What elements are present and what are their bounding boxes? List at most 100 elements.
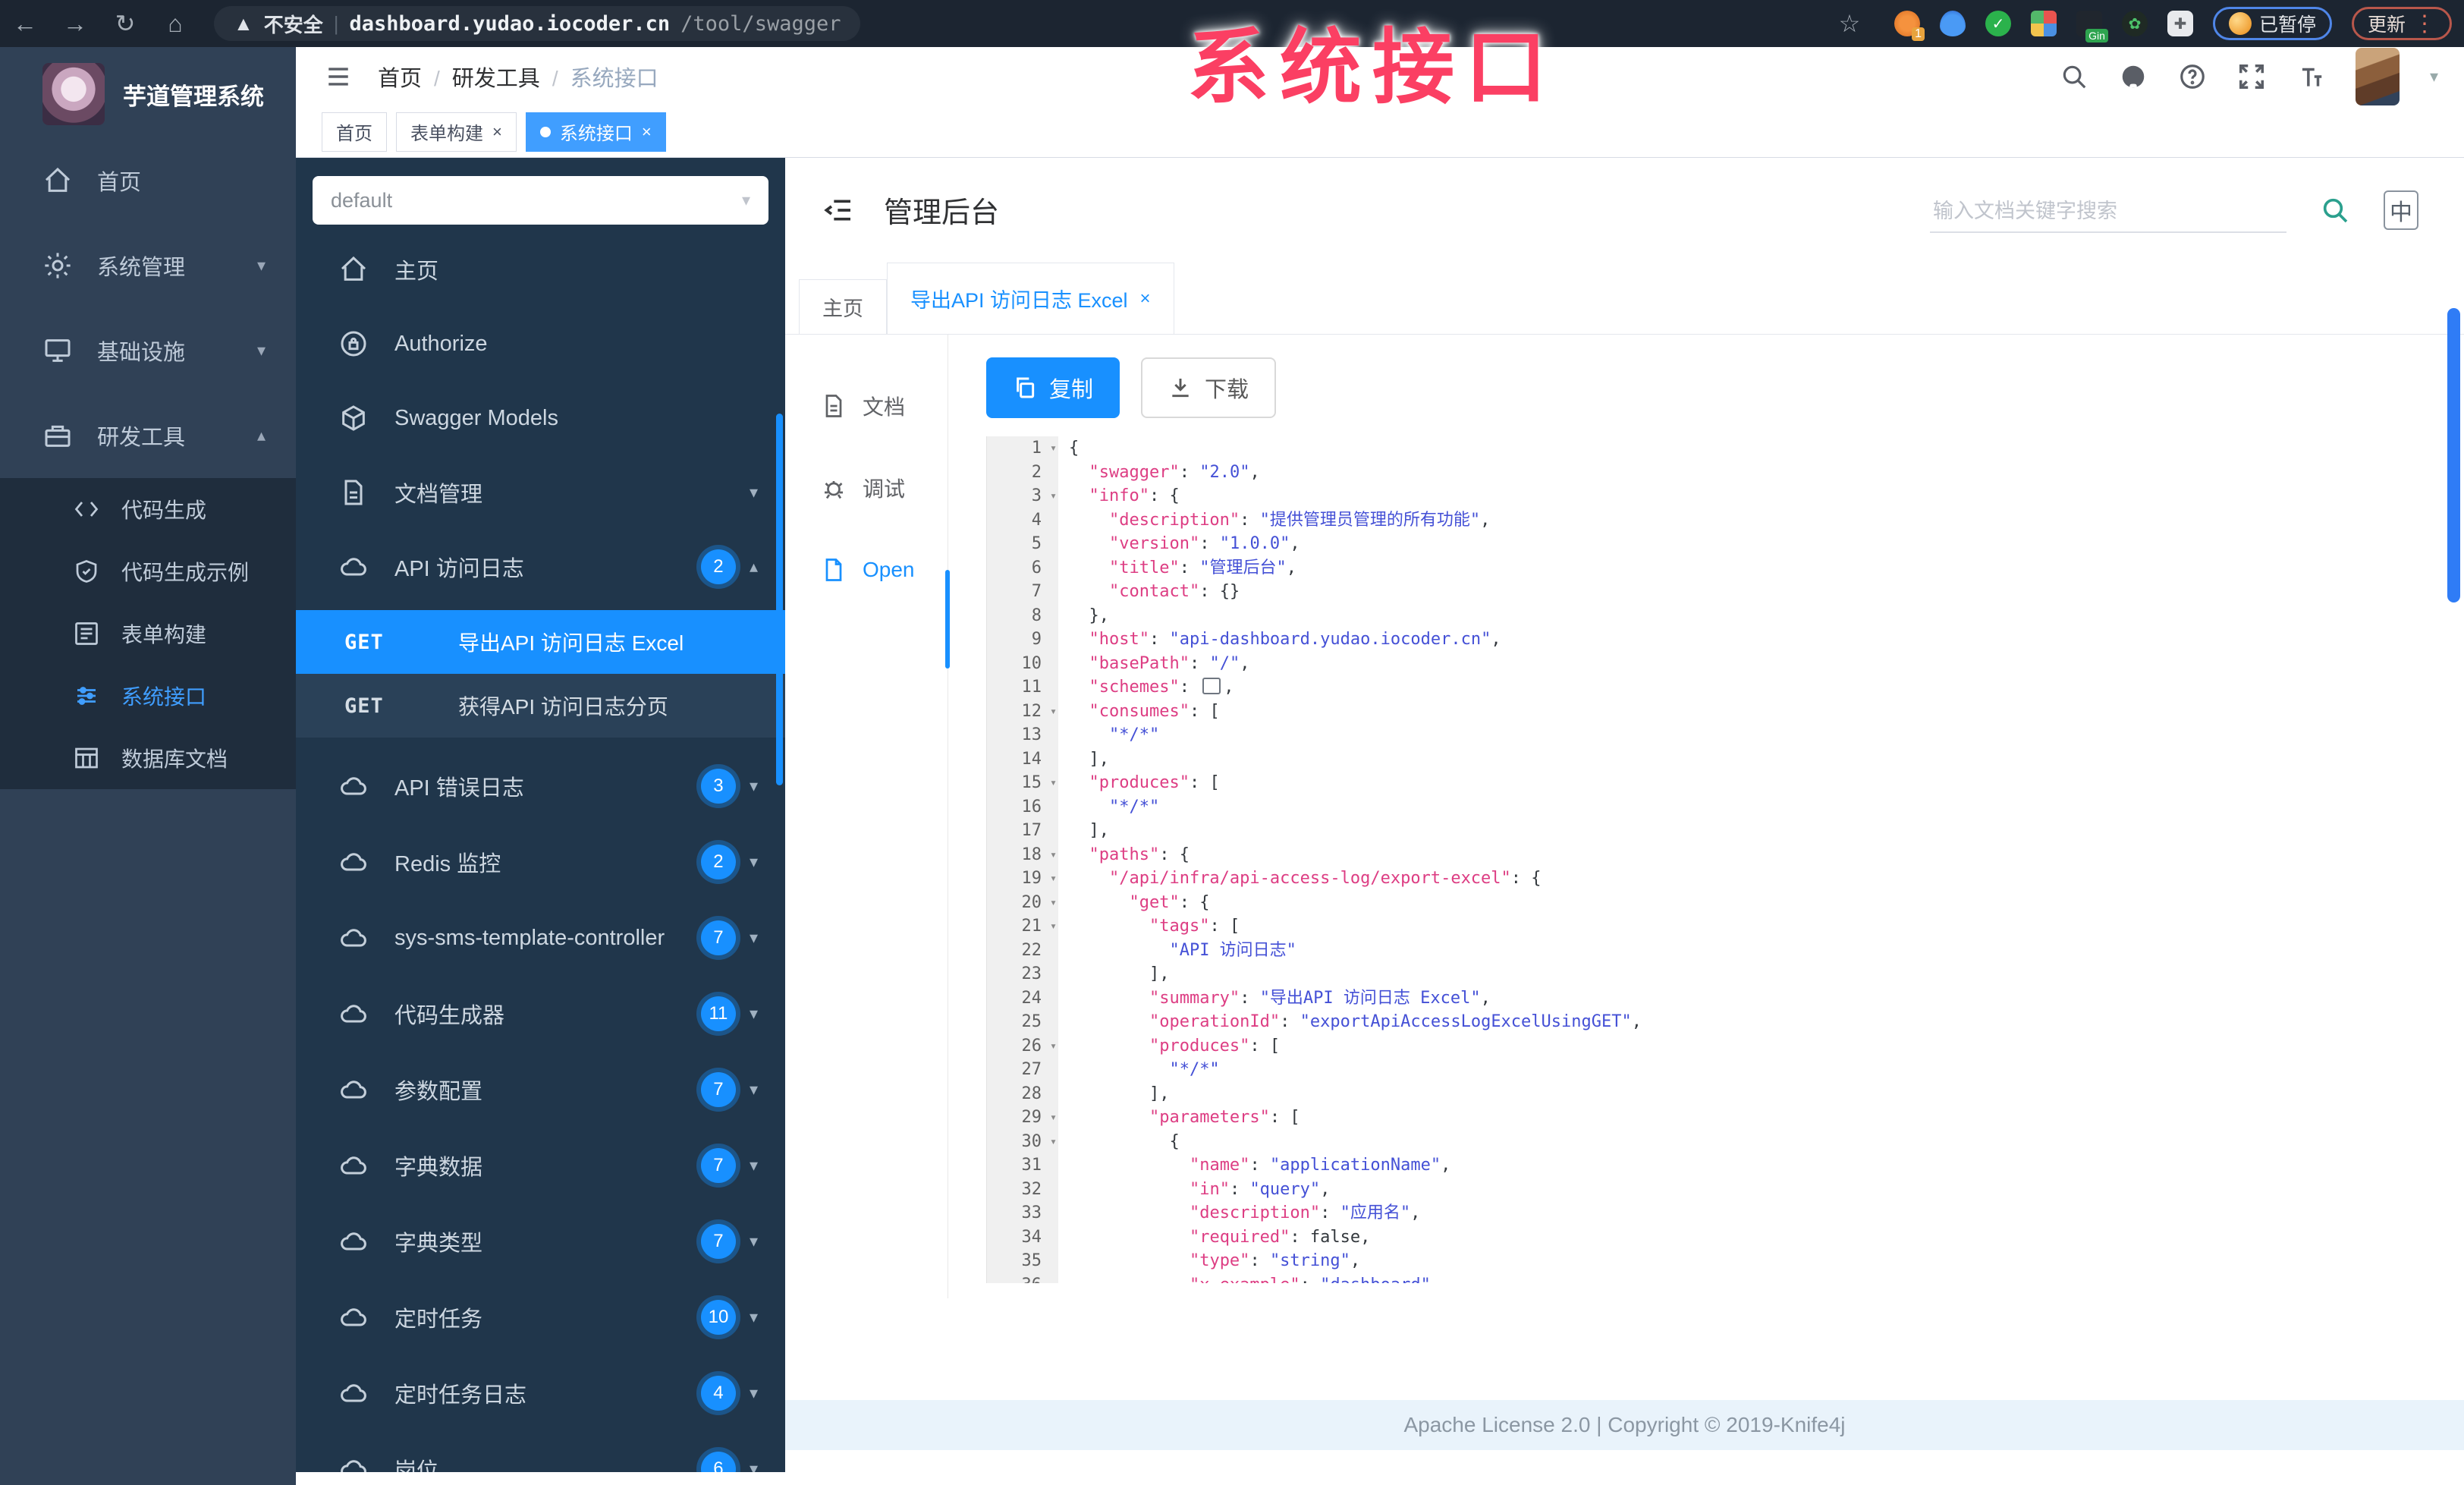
sidebar-subitem-系统接口[interactable]: 系统接口 [0,665,296,727]
collapsed-fold-box[interactable] [1202,678,1221,694]
fold-caret-icon[interactable]: ▾ [1050,1130,1057,1154]
close-icon[interactable]: × [1140,288,1151,310]
tag-tab-表单构建[interactable]: 表单构建 × [396,112,517,152]
gutter-line: 29 ▾ [987,1106,1058,1130]
mini-tab-调试[interactable]: 调试 [785,447,948,529]
back-icon[interactable]: ← [0,10,50,38]
font-size-icon[interactable] [2296,62,2325,91]
token: "schemes" [1089,678,1180,697]
gin-extension-icon[interactable]: Gin [2076,11,2108,42]
update-pill[interactable]: 更新 ⋮ [2351,7,2452,40]
profile-paused-pill[interactable]: 已暂停 [2212,7,2332,40]
group-select[interactable]: default ▾ [313,176,768,225]
reload-icon[interactable]: ↻ [100,9,150,38]
sidebar-subitem-代码生成示例[interactable]: 代码生成示例 [0,540,296,602]
user-avatar[interactable] [2355,48,2400,105]
fold-caret-icon[interactable]: ▾ [1050,700,1057,724]
sidebar-item-系统管理[interactable]: 系统管理 ▾ [0,223,296,308]
swagger-item-API 访问日志[interactable]: API 访问日志 2 ▴ [296,530,785,604]
browser-menu-icon[interactable]: ⋮ [2413,11,2436,37]
swagger-tag-字典数据[interactable]: 字典数据 7 ▾ [296,1128,785,1203]
swagger-tag-定时任务[interactable]: 定时任务 10 ▾ [296,1279,785,1355]
sidebar-subitem-数据库文档[interactable]: 数据库文档 [0,727,296,789]
address-bar[interactable]: ▲ 不安全 | dashboard.yudao.iocoder.cn /tool… [214,6,861,41]
swagger-tag-参数配置[interactable]: 参数配置 7 ▾ [296,1052,785,1128]
line-number: 14 [1021,749,1042,769]
puzzle-extension-icon[interactable]: ✚ [2167,11,2193,36]
fold-caret-icon[interactable]: ▾ [1050,1106,1057,1130]
copy-button[interactable]: 复制 [986,357,1120,418]
collapse-sidebar-icon[interactable] [822,195,856,225]
operation-获得API 访问日志分页[interactable]: GET 获得API 访问日志分页 [296,674,785,738]
color-grid-extension-icon[interactable] [2030,11,2057,36]
sidebar-subitem-label: 系统接口 [121,685,207,709]
token: "get" [1129,892,1180,912]
breadcrumb-item[interactable]: 研发工具 [452,67,540,91]
sidebar-item-首页[interactable]: 首页 [0,138,296,223]
doc-search-input[interactable]: 输入文档关键字搜索 [1930,187,2286,233]
update-label: 更新 [2367,14,2406,36]
blue-drop-extension-icon[interactable] [1939,11,1966,36]
page-scrollbar-thumb[interactable] [2447,308,2460,602]
green-leaf-extension-icon[interactable]: ✿ [2121,11,2148,36]
doc-search-icon[interactable] [2320,195,2350,225]
fold-caret-icon[interactable]: ▾ [1050,436,1057,461]
search-icon[interactable] [2060,62,2088,91]
language-icon[interactable]: 中 [2384,190,2418,230]
swagger-item-文档管理[interactable]: 文档管理 ▾ [296,455,785,530]
sidebar-item-label: 基础设施 [97,341,186,365]
sidebar-item-基础设施[interactable]: 基础设施 ▾ [0,308,296,393]
swagger-tag-sys-sms-template-controller[interactable]: sys-sms-template-controller 7 ▾ [296,900,785,976]
fold-caret-icon[interactable]: ▾ [1050,1034,1057,1059]
close-icon[interactable]: × [492,122,502,142]
swagger-item-Authorize[interactable]: Authorize [296,307,785,381]
doc-tab-主页[interactable]: 主页 [799,279,887,334]
swagger-tag-API 错误日志[interactable]: API 错误日志 3 ▾ [296,748,785,824]
fold-caret-icon[interactable]: ▾ [1050,484,1057,508]
green-check-extension-icon[interactable]: ✓ [1985,11,2011,36]
gutter-line: 26 ▾ [987,1034,1058,1059]
code-line: "description": "应用名", [1069,1201,2464,1225]
fold-caret-icon[interactable]: ▾ [1050,771,1057,795]
tag-tab-系统接口[interactable]: 系统接口 × [525,112,666,152]
doc-tab-导出API 访问日志 Excel[interactable]: 导出API 访问日志 Excel × [887,263,1174,334]
close-icon[interactable]: × [642,122,652,142]
swagger-tag-岗位[interactable]: 岗位 6 ▾ [296,1431,785,1472]
fold-caret-icon[interactable]: ▾ [1050,891,1057,915]
token: : [1149,630,1170,649]
browser-home-icon[interactable]: ⌂ [150,10,200,38]
hamburger-icon[interactable] [322,64,355,90]
code-editor[interactable]: 1 ▾ 2 3 ▾ 4 5 6 7 8 9 10 11 12 ▾ 13 14 15 ▾ 16 17 18 ▾ 19 ▾ 20 ▾ 21… [986,436,2464,1283]
mini-tab-Open[interactable]: Open [785,529,948,611]
orange-badge-extension-icon[interactable]: 1 [1894,11,1925,41]
breadcrumb-item[interactable]: 首页 [378,67,422,91]
tag-tab-首页[interactable]: 首页 [322,112,387,152]
swagger-tag-代码生成器[interactable]: 代码生成器 11 ▾ [296,976,785,1052]
github-icon[interactable] [2119,62,2148,91]
question-icon[interactable] [2178,62,2207,91]
avatar-caret-icon[interactable]: ▾ [2430,67,2438,87]
swagger-item-Swagger Models[interactable]: Swagger Models [296,381,785,455]
fold-caret-icon[interactable]: ▾ [1050,867,1057,891]
fullscreen-icon[interactable] [2237,62,2266,91]
operation-导出API 访问日志 Excel[interactable]: GET 导出API 访问日志 Excel [296,610,785,674]
sidebar-item-研发工具[interactable]: 研发工具 ▴ [0,393,296,478]
swagger-tag-定时任务日志[interactable]: 定时任务日志 4 ▾ [296,1355,785,1431]
fold-caret-icon[interactable]: ▾ [1050,914,1057,939]
swagger-sidebar-scrollbar[interactable] [776,414,783,785]
sidebar-subitem-代码生成[interactable]: 代码生成 [0,478,296,540]
bookmark-star-icon[interactable]: ☆ [1824,9,1875,38]
download-button[interactable]: 下载 [1141,357,1277,418]
token: "string" [1269,1251,1350,1270]
mini-tab-文档[interactable]: 文档 [785,365,948,447]
code-line: "required": false, [1069,1225,2464,1250]
sidebar-subitem-表单构建[interactable]: 表单构建 [0,602,296,665]
swagger-tag-字典类型[interactable]: 字典类型 7 ▾ [296,1203,785,1279]
forward-icon[interactable]: → [50,10,100,38]
swagger-tag-Redis 监控[interactable]: Redis 监控 2 ▾ [296,824,785,900]
fold-caret-icon[interactable]: ▾ [1050,843,1057,867]
app-logo-row[interactable]: 芋道管理系统 [0,47,296,138]
swagger-item-主页[interactable]: 主页 [296,232,785,307]
